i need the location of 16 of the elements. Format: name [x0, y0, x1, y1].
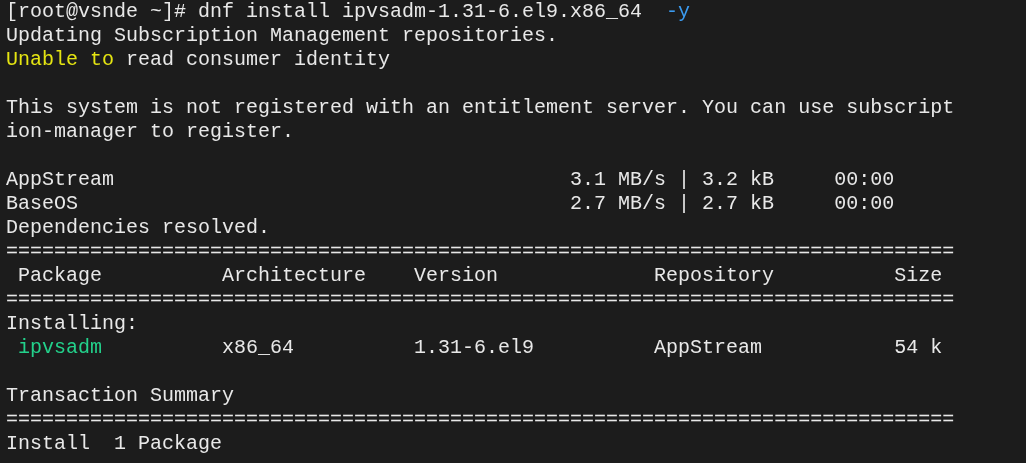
terminal-line: =============================================================================== [6, 408, 955, 431]
terminal-line: Install 1 Package [6, 432, 223, 455]
terminal-line: Updating Subscription Management repositories. [6, 24, 559, 47]
terminal-line: =============================================================================== [6, 288, 955, 311]
terminal-line: Unable to read consumer identity [6, 48, 391, 71]
terminal-line: BaseOS 2.7 MB/s | 2.7 kB 00:00 [6, 192, 895, 215]
terminal-line: ion-manager to register. [6, 120, 295, 143]
terminal-line: Transaction Summary [6, 384, 235, 407]
terminal-line: =============================================================================== [6, 240, 955, 263]
terminal-line: ipvsadm x86_64 1.31-6.el9 AppStream 54 k [17, 336, 943, 359]
terminal-line: AppStream 3.1 MB/s | 3.2 kB 00:00 [6, 168, 895, 191]
terminal-line: This system is not registered with an entitlement server. You can use subscript [6, 96, 955, 119]
terminal-line: [root@vsnde ~]# dnf install ipvsadm-1.31-6.el9.x86_64 -y [6, 0, 691, 23]
terminal-line: Package Architecture Version Repository Size [17, 264, 943, 287]
terminal-line: Dependencies resolved. [6, 216, 271, 239]
terminal-line: Installing: [6, 312, 139, 335]
